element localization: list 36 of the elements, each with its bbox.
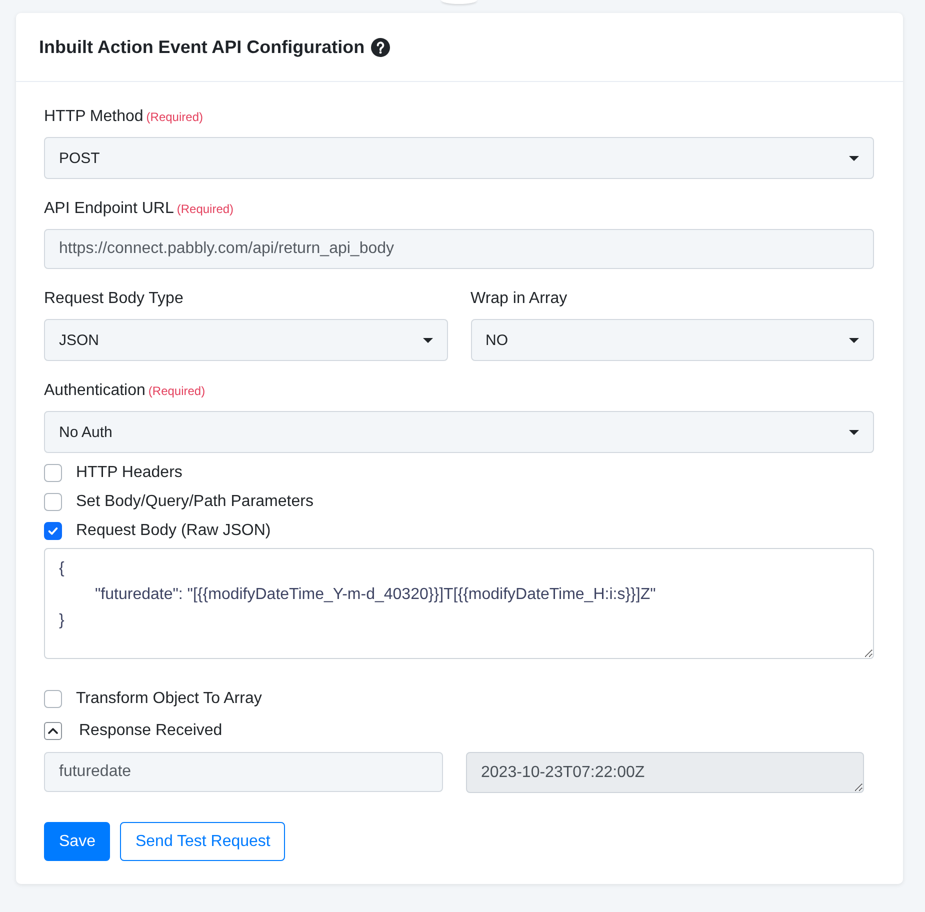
checkbox[interactable] <box>44 464 62 482</box>
select-dropdown[interactable]: No Auth <box>44 411 874 453</box>
checkbox-label: Set Body/Query/Path Parameters <box>76 493 314 511</box>
checkbox-label: Request Body (Raw JSON) <box>76 522 271 540</box>
tick-icon <box>47 525 59 537</box>
required-note: (Required) <box>176 201 234 218</box>
code-editor-field[interactable]: { "futuredate": "[{{modifyDateTime_Y-m-d_40320}}]T[{{modifyDateTime_H:i:s}}]Z" } <box>44 548 874 659</box>
chevron-up-icon <box>48 728 58 734</box>
field-label: HTTP Method <box>44 107 144 127</box>
send-test-button[interactable]: Send Test Request <box>120 822 286 861</box>
help-icon[interactable] <box>370 38 390 56</box>
checkbox-label: Transform Object To Array <box>76 690 262 708</box>
caret-icon <box>849 338 859 342</box>
select-dropdown[interactable]: JSON <box>44 319 448 361</box>
required-note: (Required) <box>148 383 206 400</box>
checkbox-label: HTTP Headers <box>76 464 182 482</box>
checkbox[interactable] <box>44 690 62 708</box>
text-input[interactable]: https://connect.pabbly.com/api/return_api_body <box>44 229 874 269</box>
select-dropdown[interactable]: NO <box>470 319 874 361</box>
caret-icon <box>849 430 859 434</box>
section-label: Response Received <box>79 722 222 740</box>
field-label: Wrap in Array <box>470 289 568 309</box>
field-label: Request Body Type <box>44 289 184 309</box>
field-label: Authentication <box>44 381 146 401</box>
response-value-field[interactable]: 2023-10-23T07:22:00Z <box>466 752 864 793</box>
field-label: API Endpoint URL <box>44 199 174 219</box>
collapse-toggle[interactable] <box>44 722 62 740</box>
response-key-input[interactable]: futuredate <box>44 752 443 792</box>
select-dropdown[interactable]: POST <box>44 137 874 179</box>
checkbox[interactable] <box>44 522 62 540</box>
required-note: (Required) <box>146 109 203 126</box>
caret-icon <box>849 156 859 160</box>
save-button[interactable]: Save <box>44 822 110 861</box>
card-title: Inbuilt Action Event API Configuration <box>39 36 365 58</box>
caret-icon <box>422 338 432 342</box>
checkbox[interactable] <box>44 493 62 511</box>
